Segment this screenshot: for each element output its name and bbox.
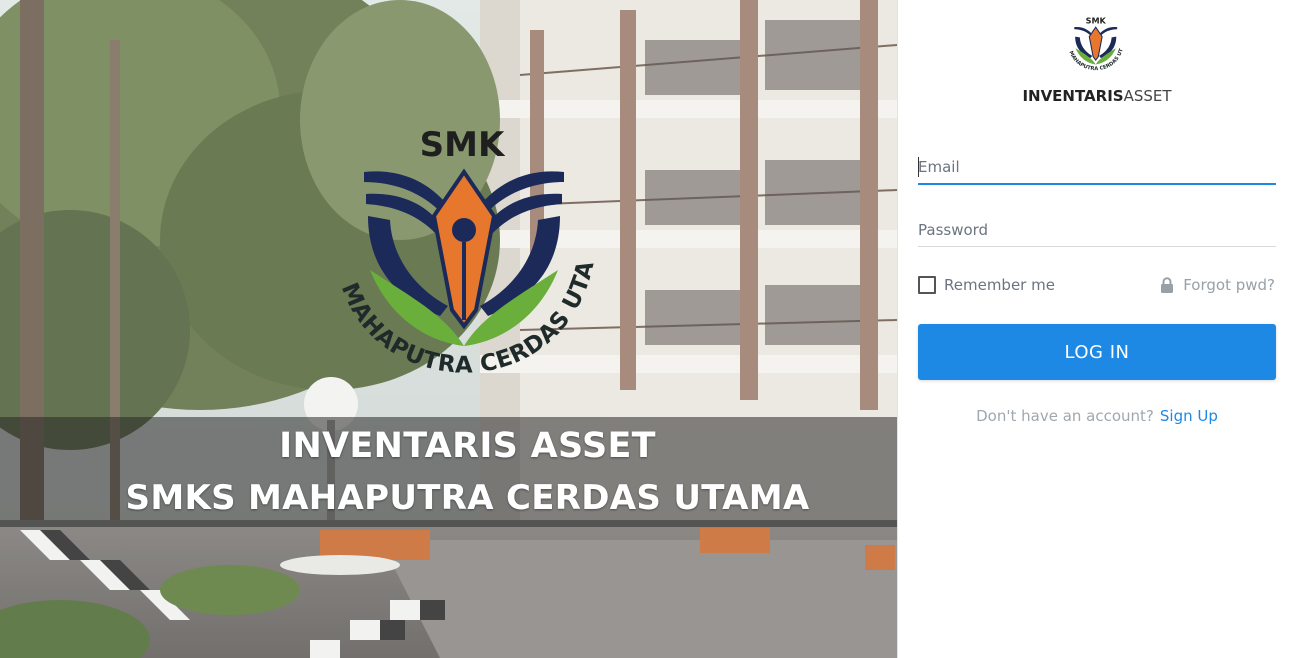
brand-name-light: ASSET [1123,87,1172,105]
signup-prompt-text: Don't have an account? [976,407,1154,425]
hero-title-line1: INVENTARIS ASSET [279,426,656,466]
signup-prompt-row: Don't have an account? Sign Up [898,407,1295,425]
login-panel: SMK MAHAPUTRA CERDAS UTAMA INVENTARISASS… [897,0,1295,658]
lock-icon [1161,277,1174,293]
app-brand-name: INVENTARISASSET [898,87,1295,105]
brand-logo-smk-text: SMK [1086,16,1107,26]
hero-title-line2: SMKS MAHAPUTRA CERDAS UTAMA [125,478,810,518]
password-field[interactable] [918,213,1276,247]
remember-me-label: Remember me [944,276,1055,294]
login-button[interactable]: LOG IN [918,324,1276,380]
text-caret [918,157,919,177]
brand-logo: SMK MAHAPUTRA CERDAS UTAMA [1067,14,1125,72]
school-logo: SMK MAHAPUTRA CERDAS UTAMA [330,120,599,379]
hero-background: SMK MAHAPUTRA CERDAS UTAMA INVENTARIS AS… [0,0,897,658]
logo-smk-text: SMK [420,125,506,165]
forgot-password-label: Forgot pwd? [1183,276,1275,294]
checkbox-icon[interactable] [918,276,936,294]
forgot-password-link[interactable]: Forgot pwd? [1160,276,1275,294]
signup-link[interactable]: Sign Up [1160,407,1218,425]
remember-me-checkbox[interactable]: Remember me [918,276,1055,294]
brand-name-bold: INVENTARIS [1022,87,1124,105]
email-field[interactable] [918,151,1276,185]
